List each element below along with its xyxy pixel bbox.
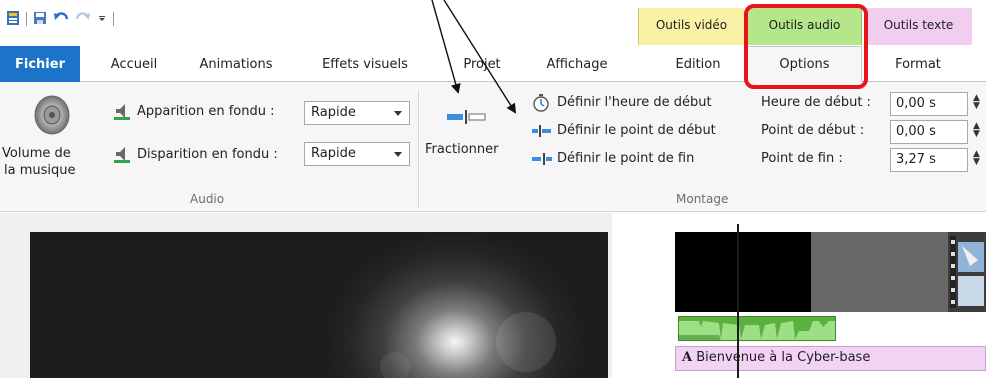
highlight-box [744, 4, 868, 89]
window: Outils vidéo Outils audio Outils texte F… [0, 0, 986, 378]
